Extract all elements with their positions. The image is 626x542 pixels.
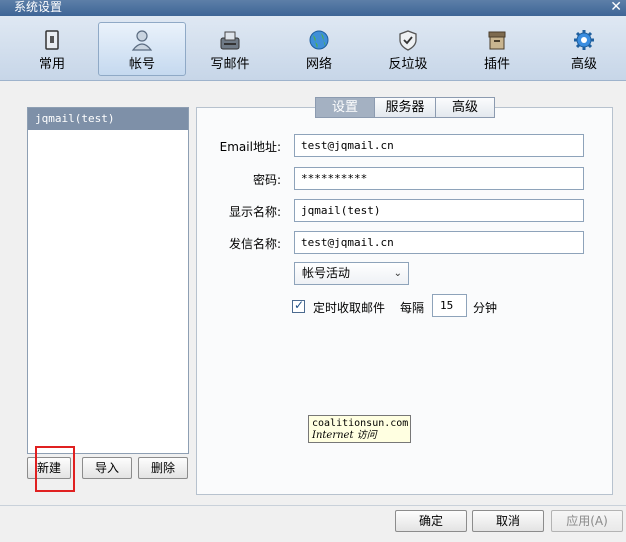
apply-button[interactable]: 应用(A): [551, 510, 623, 532]
account-status-value: 帐号活动: [302, 266, 351, 280]
advanced-gear-icon: [574, 30, 594, 50]
toolbar-item-account[interactable]: 帐号: [98, 22, 186, 76]
auto-check-checkbox[interactable]: [292, 298, 305, 313]
toolbar-label: 常用: [38, 57, 65, 72]
settings-tabs: 设置 服务器 高级: [315, 97, 495, 118]
antispam-icon: [399, 30, 417, 51]
auto-check-label: 定时收取邮件: [313, 301, 386, 315]
watermark-line-2: Internet 访问: [312, 430, 377, 441]
settings-toolbar: 常用 帐号 写邮件 网络 反垃圾 插件 高级: [0, 16, 626, 81]
plugin-icon: [488, 31, 506, 50]
watermark-line-1: coalitionsun.com: [312, 418, 409, 429]
network-icon: [309, 30, 329, 50]
toolbar-item-plugin[interactable]: 插件: [454, 23, 540, 75]
sender-name-label: 发信名称:: [228, 237, 281, 251]
tab-advanced[interactable]: 高级: [435, 97, 495, 118]
window-title: 系统设置: [14, 0, 63, 14]
password-label: 密码:: [252, 173, 281, 187]
toolbar-label: 反垃圾: [388, 57, 428, 72]
title-bar: 系统设置 ✕: [0, 0, 626, 16]
delete-account-button[interactable]: 删除: [138, 457, 188, 479]
interval-label: 每隔: [400, 301, 425, 315]
cancel-button[interactable]: 取消: [472, 510, 544, 532]
interval-unit-label: 分钟: [473, 301, 498, 315]
toolbar-item-network[interactable]: 网络: [276, 23, 362, 75]
tab-server[interactable]: 服务器: [374, 97, 436, 118]
account-item-selected[interactable]: jqmail(test): [28, 108, 188, 130]
email-field[interactable]: test@jqmail.cn: [294, 134, 584, 157]
ok-button[interactable]: 确定: [395, 510, 467, 532]
tab-settings[interactable]: 设置: [315, 97, 375, 118]
toolbar-item-advanced[interactable]: 高级: [541, 23, 626, 75]
interval-input[interactable]: 15: [432, 294, 467, 317]
toolbar-label: 网络: [305, 57, 332, 72]
toolbar-item-general[interactable]: 常用: [9, 23, 95, 75]
display-name-field[interactable]: jqmail(test): [294, 199, 584, 222]
general-icon: [45, 30, 59, 50]
close-icon[interactable]: ✕: [610, 0, 622, 15]
account-status-select[interactable]: 帐号活动 ⌄: [294, 262, 409, 285]
toolbar-item-antispam[interactable]: 反垃圾: [365, 23, 451, 75]
toolbar-label: 高级: [570, 57, 597, 72]
import-account-button[interactable]: 导入: [82, 457, 132, 479]
new-account-button[interactable]: 新建: [27, 457, 71, 479]
account-icon: [131, 30, 153, 51]
watermark-tooltip: coalitionsun.com Internet 访问: [308, 415, 411, 443]
compose-icon: [220, 31, 240, 50]
display-name-label: 显示名称:: [228, 205, 281, 219]
toolbar-label: 帐号: [128, 57, 155, 72]
toolbar-label: 写邮件: [210, 57, 250, 72]
account-list[interactable]: jqmail(test): [27, 107, 189, 454]
email-label: Email地址:: [219, 140, 281, 154]
password-field[interactable]: **********: [294, 167, 584, 190]
toolbar-label: 插件: [483, 57, 510, 72]
sender-name-field[interactable]: test@jqmail.cn: [294, 231, 584, 254]
toolbar-item-compose[interactable]: 写邮件: [187, 23, 273, 75]
chevron-down-icon: ⌄: [393, 268, 402, 279]
